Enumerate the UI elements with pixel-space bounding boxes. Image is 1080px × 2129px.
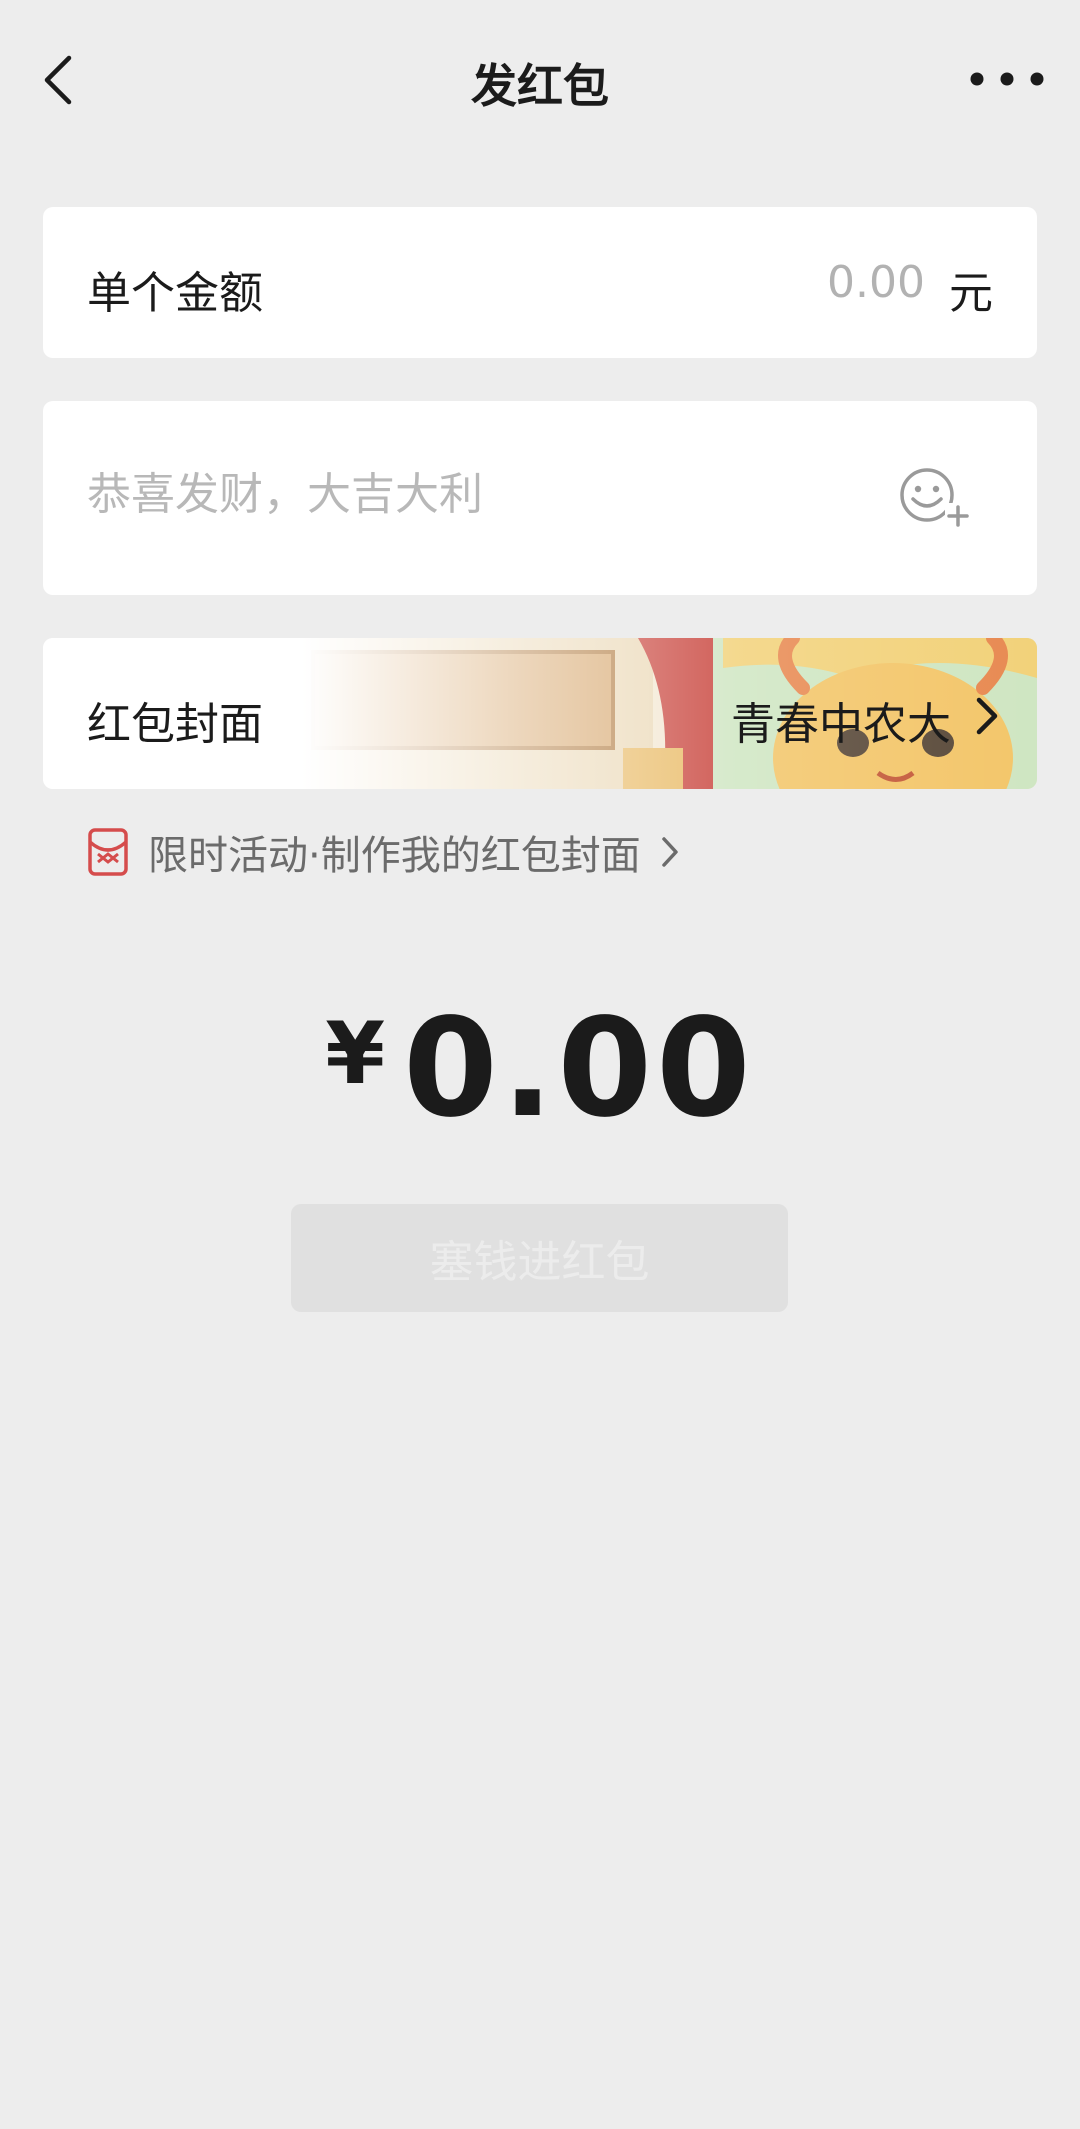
cover-row[interactable]: 红包封面 青春中农大 (43, 638, 1037, 789)
more-dots-icon (970, 72, 1044, 86)
amount-label: 单个金额 (87, 268, 263, 319)
page-title: 发红包 (471, 59, 609, 113)
amount-row[interactable]: 单个金额 0.00 元 (43, 207, 1037, 358)
greeting-input[interactable] (87, 469, 847, 520)
promo-link[interactable]: 限时活动·制作我的红包封面 (88, 826, 681, 879)
promo-text: 限时活动·制作我的红包封面 (148, 833, 641, 879)
amount-unit: 元 (949, 268, 993, 319)
currency-symbol: ¥ (325, 1004, 386, 1104)
submit-button[interactable]: 塞钱进红包 (291, 1204, 788, 1312)
greeting-row (43, 401, 1037, 595)
more-button[interactable] (962, 56, 1052, 102)
cover-label: 红包封面 (87, 699, 263, 750)
total-amount: 0.00 (403, 990, 755, 1148)
emoji-add-icon (900, 468, 971, 527)
red-envelope-icon (88, 828, 128, 876)
total-amount-display: ¥0.00 (0, 990, 1080, 1148)
nav-bar: 发红包 (0, 0, 1080, 160)
emoji-button[interactable] (899, 467, 973, 529)
chevron-right-icon (661, 837, 678, 867)
chevron-right-icon (976, 697, 998, 735)
cover-name: 青春中农大 (731, 699, 951, 750)
amount-input[interactable]: 0.00 (827, 257, 925, 308)
